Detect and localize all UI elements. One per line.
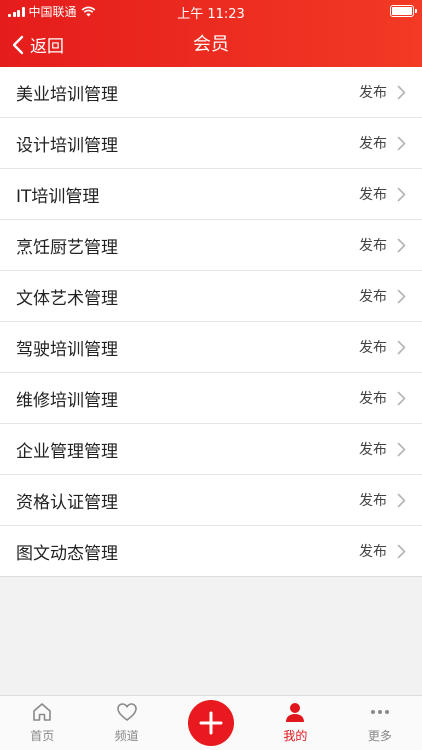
chevron-right-icon xyxy=(397,391,406,405)
publish-label: 发布 xyxy=(359,493,387,509)
publish-label: 发布 xyxy=(359,340,387,356)
publish-label: 发布 xyxy=(359,238,387,254)
chevron-right-icon xyxy=(397,340,406,354)
nav-bar: 返回 会员 xyxy=(0,22,422,67)
publish-label: 发布 xyxy=(359,289,387,305)
chevron-left-icon xyxy=(12,35,24,54)
list-item-title: 文体艺术管理 xyxy=(16,288,118,309)
chevron-right-icon xyxy=(397,442,406,456)
status-bar: 中国联通 上午 11:23 xyxy=(0,0,422,22)
chevron-right-icon xyxy=(397,136,406,150)
back-button[interactable]: 返回 xyxy=(12,22,64,67)
tab-more-label: 更多 xyxy=(367,729,392,743)
chevron-right-icon xyxy=(397,493,406,507)
list-item[interactable]: 企业管理管理 发布 xyxy=(0,424,422,475)
back-label: 返回 xyxy=(30,37,64,57)
list-item[interactable]: 美业培训管理 发布 xyxy=(0,67,422,118)
list-item-title: 维修培训管理 xyxy=(16,390,118,411)
list-item-title: 驾驶培训管理 xyxy=(16,339,118,360)
status-time: 上午 11:23 xyxy=(177,7,245,22)
list-item[interactable]: 资格认证管理 发布 xyxy=(0,475,422,526)
list-item[interactable]: 图文动态管理 发布 xyxy=(0,526,422,577)
publish-label: 发布 xyxy=(359,544,387,560)
publish-label: 发布 xyxy=(359,391,387,407)
publish-plus-button[interactable] xyxy=(188,700,235,746)
plus-icon xyxy=(199,711,223,735)
list-item-title: 图文动态管理 xyxy=(16,543,118,564)
tab-channel[interactable]: 频道 xyxy=(84,696,168,750)
list-item[interactable]: 烹饪厨艺管理 发布 xyxy=(0,220,422,271)
list-item-title: 美业培训管理 xyxy=(16,84,118,105)
list-item-title: 企业管理管理 xyxy=(16,441,118,462)
list-item[interactable]: 维修培训管理 发布 xyxy=(0,373,422,424)
tab-mine[interactable]: 我的 xyxy=(253,696,337,750)
home-icon xyxy=(33,703,52,721)
list-item[interactable]: 驾驶培训管理 发布 xyxy=(0,322,422,373)
list-item-title: IT培训管理 xyxy=(16,186,100,207)
publish-label: 发布 xyxy=(359,442,387,458)
list-item-title: 资格认证管理 xyxy=(16,492,118,513)
list-item[interactable]: IT培训管理 发布 xyxy=(0,169,422,220)
tab-home[interactable]: 首页 xyxy=(0,696,84,750)
menu-list: 美业培训管理 发布 设计培训管理 发布 IT培训管理 发布 烹饪厨艺管理 发布 文体艺术管理 发布… xyxy=(0,67,422,577)
list-item[interactable]: 文体艺术管理 发布 xyxy=(0,271,422,322)
chevron-right-icon xyxy=(397,85,406,99)
tab-bar: 首页 频道 我的 更多 xyxy=(0,695,422,750)
more-dots-icon xyxy=(370,710,389,714)
chevron-right-icon xyxy=(397,238,406,252)
user-icon xyxy=(286,703,305,722)
list-item[interactable]: 设计培训管理 发布 xyxy=(0,118,422,169)
heart-icon xyxy=(116,703,137,721)
publish-label: 发布 xyxy=(359,85,387,101)
publish-label: 发布 xyxy=(359,136,387,152)
battery-icon xyxy=(390,5,417,17)
publish-label: 发布 xyxy=(359,187,387,203)
chevron-right-icon xyxy=(397,289,406,303)
tab-more[interactable]: 更多 xyxy=(338,696,422,750)
list-item-title: 设计培训管理 xyxy=(16,135,118,156)
tab-mine-label: 我的 xyxy=(283,729,308,743)
tab-channel-label: 频道 xyxy=(114,729,139,743)
header: 中国联通 上午 11:23 返回 会员 xyxy=(0,0,422,67)
chevron-right-icon xyxy=(397,187,406,201)
chevron-right-icon xyxy=(397,544,406,558)
tab-home-label: 首页 xyxy=(30,729,55,743)
list-item-title: 烹饪厨艺管理 xyxy=(16,237,118,258)
